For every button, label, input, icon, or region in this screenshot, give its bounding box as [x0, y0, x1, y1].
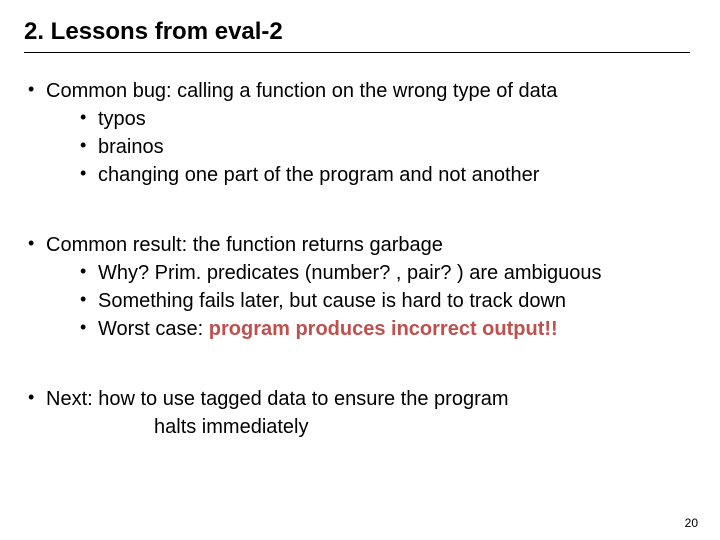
bullet-text: Common bug: calling a function on the wr… — [46, 80, 557, 102]
slide-title: 2. Lessons from eval-2 — [24, 18, 690, 46]
sub-bullet-worst: Worst case: program produces incorrect o… — [76, 315, 690, 343]
worst-emphasis: program produces incorrect output!! — [209, 318, 558, 340]
worst-prefix: Worst case: — [98, 318, 209, 340]
bullet-text: Next: how to use tagged data to ensure t… — [46, 388, 509, 410]
sub-bullet: Why? Prim. predicates (number? , pair? )… — [76, 259, 690, 287]
block-common-bug: Common bug: calling a function on the wr… — [24, 77, 690, 189]
block-next: Next: how to use tagged data to ensure t… — [24, 385, 690, 441]
bullet-next-continuation: halts immediately — [154, 413, 690, 441]
sub-bullet: changing one part of the program and not… — [76, 161, 690, 189]
bullet-common-bug: Common bug: calling a function on the wr… — [24, 77, 690, 189]
page-number: 20 — [685, 516, 698, 530]
bullet-common-result: Common result: the function returns garb… — [24, 231, 690, 343]
sub-bullet: typos — [76, 105, 690, 133]
bullet-next: Next: how to use tagged data to ensure t… — [24, 385, 690, 413]
block-common-result: Common result: the function returns garb… — [24, 231, 690, 343]
title-underline — [24, 52, 690, 53]
sub-bullet: brainos — [76, 133, 690, 161]
bullet-text: Common result: the function returns garb… — [46, 234, 443, 256]
sub-bullet: Something fails later, but cause is hard… — [76, 287, 690, 315]
